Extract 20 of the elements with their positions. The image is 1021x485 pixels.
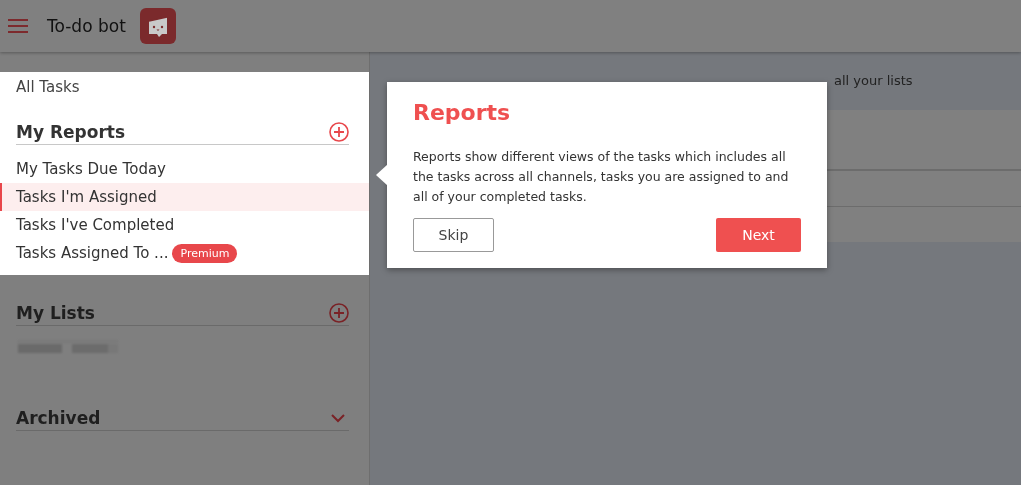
- next-button[interactable]: Next: [716, 218, 801, 252]
- app-title: To-do bot: [47, 16, 126, 36]
- all-tasks-link[interactable]: All Tasks: [0, 76, 96, 98]
- report-item[interactable]: Tasks Assigned To ... Premium: [0, 239, 369, 267]
- chevron-down-icon[interactable]: [331, 413, 345, 423]
- add-icon[interactable]: [329, 122, 349, 142]
- report-item[interactable]: Tasks I'm Assigned: [0, 183, 369, 211]
- section-title: My Lists: [16, 303, 95, 323]
- menu-icon[interactable]: [8, 19, 28, 33]
- page-subtitle: all your lists: [834, 72, 913, 90]
- report-item[interactable]: Tasks I've Completed: [0, 211, 369, 239]
- popover-text: Reports show different views of the tasks which includes all the tasks across all channels, tasks you are assigned to and all of your completed tasks.: [413, 148, 790, 206]
- skip-button[interactable]: Skip: [413, 218, 494, 252]
- premium-badge: Premium: [172, 243, 238, 263]
- section-title: My Reports: [16, 122, 125, 142]
- add-icon[interactable]: [329, 303, 349, 323]
- robot-logo-icon: [139, 8, 176, 44]
- report-item[interactable]: My Tasks Due Today: [0, 155, 369, 183]
- popover-title: Reports: [413, 100, 511, 125]
- section-title: Archived: [16, 408, 101, 428]
